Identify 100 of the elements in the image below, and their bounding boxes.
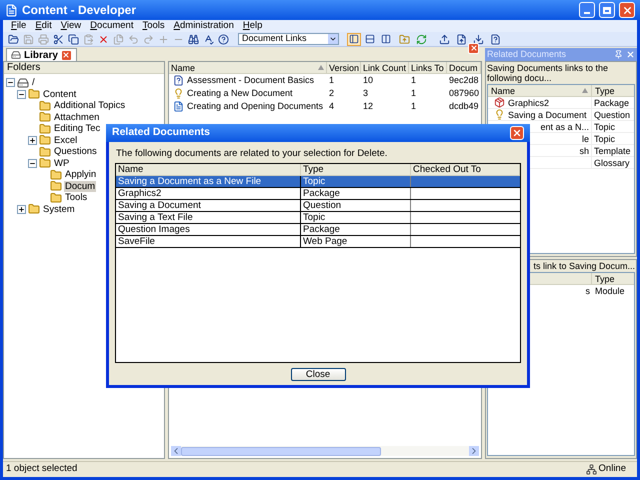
tree-item[interactable]: Questions <box>53 146 98 158</box>
column-header[interactable]: Version <box>326 62 361 73</box>
close-button[interactable]: Close <box>290 368 346 380</box>
table-cell-text: 1 <box>410 74 417 87</box>
panel-left-icon[interactable] <box>347 32 361 46</box>
collapse-box[interactable] <box>28 158 37 168</box>
column-header[interactable]: Link Count <box>360 62 409 73</box>
table-row[interactable]: Saving a Text File Topic <box>116 212 520 224</box>
column-header[interactable]: Name <box>488 85 592 96</box>
right-arrow-icon[interactable] <box>469 446 479 456</box>
tree-item[interactable]: WP <box>53 158 70 169</box>
upload-icon[interactable] <box>439 34 450 44</box>
binoculars-icon[interactable] <box>187 32 200 46</box>
table-cell: Graphics2 <box>508 96 550 108</box>
tree-item[interactable]: / <box>31 77 36 88</box>
close-button[interactable] <box>510 126 524 140</box>
network-icon <box>586 464 597 475</box>
menu-item[interactable]: File <box>11 18 26 34</box>
table-cell-text: Question <box>593 109 632 120</box>
table-cell-text: Template <box>593 145 632 156</box>
collapse-box[interactable] <box>6 78 15 88</box>
dialog-message: The following documents are related to your selection for Delete. <box>116 147 388 161</box>
table-cell: s <box>586 285 590 297</box>
column-header[interactable]: Name <box>168 62 327 73</box>
columns-icon[interactable] <box>379 32 393 46</box>
menu-item[interactable]: Edit <box>35 18 52 34</box>
column-header[interactable]: Type <box>592 85 634 96</box>
tree-item[interactable]: Tools <box>64 192 88 204</box>
view-dropdown[interactable]: Document Links <box>238 33 339 45</box>
tree-item[interactable]: Attachmen <box>53 112 100 123</box>
table-cell-text: Topic <box>593 133 616 144</box>
close-button[interactable] <box>619 2 635 18</box>
expand-box[interactable] <box>17 204 26 214</box>
library-tab[interactable]: Library <box>6 48 77 61</box>
refresh-icon[interactable] <box>416 34 427 44</box>
maximize-button[interactable] <box>599 2 615 18</box>
table-cell: Question <box>301 200 411 212</box>
menu-item[interactable]: Administration <box>174 18 234 34</box>
document-icon <box>172 101 184 112</box>
menu-item[interactable]: Document <box>90 18 134 34</box>
folder-up-icon[interactable] <box>399 34 410 44</box>
file-up-icon[interactable] <box>456 34 467 44</box>
folder-icon <box>39 100 51 112</box>
window-title: Content - Developer <box>22 2 138 19</box>
tree-item[interactable]: Docum <box>64 180 96 192</box>
folder-icon <box>50 192 62 204</box>
menu-item[interactable]: Tools <box>142 18 165 34</box>
collapse-box[interactable] <box>17 90 26 99</box>
table-cell: Package <box>301 188 411 200</box>
minimize-button[interactable] <box>579 2 595 18</box>
status-text: 1 object selected <box>6 462 78 476</box>
table-cell: ent as a N... <box>540 120 589 132</box>
table-cell-text: Topic <box>593 121 616 132</box>
tree-item[interactable]: Content <box>42 88 78 100</box>
column-header[interactable]: Checked Out To <box>411 164 520 176</box>
table-cell: Package <box>301 224 411 236</box>
menu-item[interactable]: View <box>60 18 82 34</box>
drive-icon <box>11 50 21 60</box>
horizontal-scrollbar[interactable] <box>170 446 479 456</box>
menu-item[interactable]: Help <box>242 18 262 34</box>
table-row[interactable]: SaveFile Web Page <box>116 236 520 248</box>
column-header[interactable]: Type <box>301 164 411 176</box>
table-row[interactable]: Graphics2 Package <box>116 188 520 200</box>
column-header[interactable]: Links To <box>408 62 447 73</box>
tree-item[interactable]: Additional Topics <box>53 100 126 112</box>
folder-icon <box>28 88 40 100</box>
table-cell-text: 087960 <box>448 87 480 100</box>
table-row[interactable]: Saving a Document as a New File Topic <box>116 176 520 188</box>
close-icon[interactable] <box>468 42 479 54</box>
dialog-title: Related Documents <box>112 125 212 140</box>
column-header[interactable]: Docum <box>446 62 481 73</box>
column-header[interactable]: Name <box>116 164 301 176</box>
table-cell: Question Images <box>116 224 301 236</box>
tab-close-icon[interactable] <box>60 50 72 60</box>
rows-icon[interactable] <box>363 32 377 46</box>
folder-icon <box>39 111 51 124</box>
copy-icon[interactable] <box>67 32 80 46</box>
table-row[interactable]: Saving a Document Question <box>116 200 520 212</box>
open-folder-icon[interactable] <box>7 32 20 46</box>
scissors-icon[interactable] <box>52 32 65 46</box>
tree-item[interactable]: Applyin <box>64 169 98 180</box>
folder-icon <box>39 134 51 146</box>
tree-item[interactable]: System <box>42 204 76 215</box>
table-cell-text: 1 <box>410 100 417 113</box>
pin-icon[interactable] <box>614 50 623 59</box>
close-icon[interactable] <box>626 50 635 59</box>
scrollbar-thumb[interactable] <box>180 446 381 456</box>
help-icon[interactable] <box>217 32 230 46</box>
expand-box[interactable] <box>28 136 37 145</box>
table-cell-text: dcdb49 <box>448 100 480 113</box>
tree-item[interactable]: Editing Tec <box>53 123 102 134</box>
table-row[interactable]: Question Images Package <box>116 224 520 236</box>
table-cell: Saving a Document as a New File <box>116 176 301 188</box>
connection-status: Online <box>598 462 626 476</box>
tree-item[interactable]: Excel <box>53 134 78 146</box>
table-cell-text: 4 <box>328 100 335 113</box>
folder-icon <box>39 157 51 170</box>
table-cell-text: 12 <box>362 100 374 113</box>
download-icon[interactable] <box>473 34 484 44</box>
file-question-icon[interactable] <box>490 34 501 44</box>
